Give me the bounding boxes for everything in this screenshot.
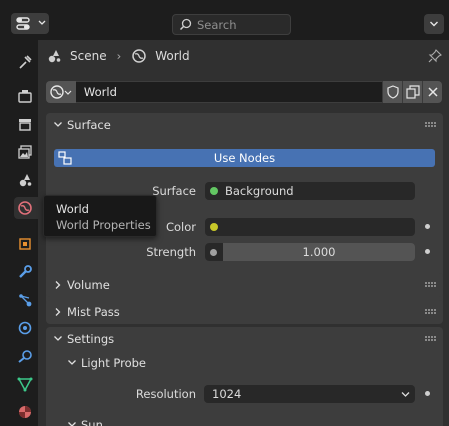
material-icon: [19, 406, 31, 418]
shield-icon: [387, 85, 399, 99]
render-icon: [18, 90, 32, 103]
tab-scene[interactable]: [14, 169, 36, 191]
tooltip-title: World: [56, 202, 89, 216]
tab-tooltip: World World Properties: [43, 195, 157, 237]
breadcrumb: Scene › World: [46, 46, 190, 66]
tab-data[interactable]: [14, 373, 36, 395]
unlink-world-button[interactable]: [422, 81, 442, 103]
fake-user-button[interactable]: [382, 81, 403, 103]
world-icon: [50, 85, 72, 99]
mist-pass-panel-header[interactable]: Mist Pass: [46, 300, 443, 324]
settings-panel-header[interactable]: Settings: [46, 327, 443, 351]
world-datablock-selector: World: [46, 81, 442, 103]
world-icon: [18, 201, 32, 215]
chevron-down-icon: [54, 122, 62, 127]
header-options-button[interactable]: [424, 14, 444, 34]
surface-shader-field[interactable]: Background: [205, 182, 415, 200]
shader-socket-icon: [210, 187, 218, 195]
view-layer-icon: [18, 145, 32, 159]
strength-slider[interactable]: 1.000: [205, 243, 415, 261]
search-input[interactable]: [197, 17, 287, 33]
browse-world-button[interactable]: [46, 81, 76, 103]
resolution-dropdown[interactable]: 1024: [204, 385, 415, 403]
sun-title: Sun: [81, 418, 103, 426]
sun-subpanel-header[interactable]: Sun: [46, 413, 443, 426]
color-socket-icon: [210, 223, 218, 231]
duplicate-icon: [406, 85, 420, 99]
tab-view-layer[interactable]: [14, 141, 36, 163]
light-probe-title: Light Probe: [81, 356, 146, 370]
editor-header: [0, 0, 449, 40]
tab-modifiers[interactable]: [14, 261, 36, 283]
mesh-data-icon: [17, 377, 33, 392]
object-icon: [19, 238, 31, 250]
properties-tabs: [10, 40, 42, 426]
drag-handle-icon[interactable]: [425, 282, 437, 288]
tab-object[interactable]: [14, 233, 36, 255]
surface-panel-header[interactable]: Surface: [46, 113, 443, 137]
world-icon: [132, 49, 146, 63]
scene-icon: [19, 174, 32, 187]
chevron-down-icon: [430, 21, 438, 27]
chevron-down-icon: [401, 392, 410, 397]
keyframe-dot-icon[interactable]: [425, 249, 430, 254]
mist-pass-panel[interactable]: Mist Pass: [46, 300, 443, 324]
keyframe-dot-icon[interactable]: [425, 391, 430, 396]
chevron-right-icon: [55, 281, 61, 289]
mist-pass-panel-title: Mist Pass: [67, 305, 120, 319]
use-nodes-label: Use Nodes: [213, 151, 276, 165]
properties-editor-icon: [16, 17, 30, 30]
tab-constraints[interactable]: [14, 345, 36, 367]
new-world-button[interactable]: [402, 81, 423, 103]
light-probe-subpanel-header[interactable]: Light Probe: [46, 351, 443, 375]
particles-icon: [19, 294, 32, 307]
volume-panel-title: Volume: [67, 278, 110, 292]
use-nodes-button[interactable]: Use Nodes: [54, 149, 435, 167]
drag-handle-icon[interactable]: [425, 309, 437, 315]
settings-panel: Settings Light Probe Resolution 1024 Sun: [46, 327, 443, 426]
strength-label: Strength: [146, 245, 196, 259]
scene-icon: [48, 50, 61, 63]
tab-particles[interactable]: [14, 289, 36, 311]
output-icon: [19, 119, 31, 131]
physics-icon: [18, 321, 32, 335]
editor-type-dropdown[interactable]: [11, 13, 49, 34]
chevron-down-icon: [68, 422, 76, 426]
node-tree-icon: [58, 151, 72, 165]
color-field[interactable]: [205, 218, 415, 236]
wrench-icon: [19, 265, 32, 278]
volume-panel-header[interactable]: Volume: [46, 273, 443, 297]
surface-panel-title: Surface: [67, 118, 111, 132]
breadcrumb-separator-icon: ›: [116, 49, 122, 63]
breadcrumb-scene: Scene: [70, 49, 107, 63]
constraints-icon: [18, 350, 32, 363]
tab-material[interactable]: [14, 401, 36, 423]
world-name-field[interactable]: World: [75, 81, 383, 103]
resolution-value: 1024: [212, 387, 242, 401]
chevron-down-icon: [68, 360, 76, 365]
chevron-down-icon: [54, 336, 62, 341]
close-icon: [428, 87, 438, 97]
tab-physics[interactable]: [14, 317, 36, 339]
search-field[interactable]: [172, 14, 291, 35]
settings-panel-title: Settings: [67, 332, 115, 346]
chevron-right-icon: [55, 308, 61, 316]
volume-panel[interactable]: Volume: [46, 273, 443, 297]
pin-icon[interactable]: [428, 49, 442, 63]
strength-value: 1.000: [302, 245, 336, 259]
search-icon: [179, 18, 192, 31]
tool-icon: [19, 55, 32, 69]
keyframe-dot-icon[interactable]: [425, 224, 430, 229]
tooltip-description: World Properties: [56, 218, 151, 232]
chevron-down-icon: [38, 20, 46, 25]
drag-handle-icon[interactable]: [425, 122, 437, 128]
breadcrumb-world: World: [155, 49, 190, 63]
tab-tool[interactable]: [14, 51, 36, 73]
tab-render[interactable]: [14, 85, 36, 107]
tab-output[interactable]: [14, 113, 36, 135]
drag-handle-icon[interactable]: [425, 336, 437, 342]
surface-shader-value: Background: [225, 184, 294, 198]
resolution-label: Resolution: [135, 387, 196, 401]
